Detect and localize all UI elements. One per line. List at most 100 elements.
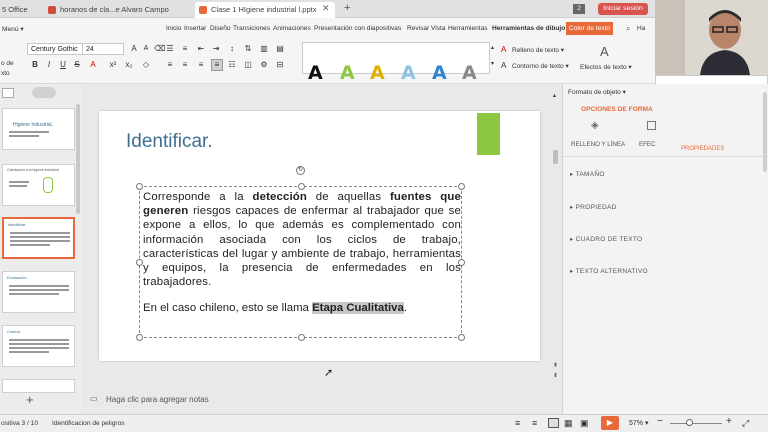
zoom-out-button[interactable]: − xyxy=(657,416,663,427)
text-fill-icon[interactable]: A xyxy=(501,45,506,54)
tab-inicio[interactable]: Inicio xyxy=(166,25,181,32)
tab-vista[interactable]: Vista xyxy=(431,25,446,32)
signin-button[interactable]: Iniciar sesión xyxy=(598,3,648,15)
tab-transiciones[interactable]: Transiciones xyxy=(233,25,270,32)
section-alt-text[interactable]: ▸ TEXTO ALTERNATIVO xyxy=(570,267,648,275)
slide-thumbnail-6[interactable] xyxy=(2,379,75,393)
closing-sentence[interactable]: En el caso chileno, esto se llama Etapa … xyxy=(143,302,407,314)
vertical-align-icon[interactable]: ⊟ xyxy=(275,60,285,70)
tab-diseno[interactable]: Diseño xyxy=(210,25,231,32)
underline-icon[interactable]: U xyxy=(58,60,68,70)
smartart-icon[interactable]: ◫ xyxy=(243,60,253,70)
align-center-icon[interactable]: ≡ xyxy=(180,60,190,70)
subscript-icon[interactable]: x₂ xyxy=(124,60,134,70)
bold-icon[interactable]: B xyxy=(30,60,40,70)
gallery-down-icon[interactable]: ▾ xyxy=(491,60,494,67)
normal-view-icon[interactable] xyxy=(548,418,559,428)
italic-icon[interactable]: I xyxy=(44,60,54,70)
align-right-icon[interactable]: ≡ xyxy=(196,60,206,70)
prev-slide-icon[interactable]: ⇞ xyxy=(553,362,558,369)
columns-icon[interactable]: ▥ xyxy=(259,44,269,54)
tab-herramientas[interactable]: Herramientas xyxy=(448,25,488,32)
zoom-slider-thumb[interactable] xyxy=(686,419,693,426)
text-outline-button[interactable]: Contorno de texto ▾ xyxy=(512,62,569,70)
tab-fill-line[interactable]: RELLENO Y LÍNEA xyxy=(571,141,625,148)
tab-effects[interactable]: EFEC xyxy=(639,141,656,148)
body-paragraph[interactable]: Corresponde a la detección de aquellas f… xyxy=(143,190,461,289)
resize-handle-w[interactable] xyxy=(136,259,143,266)
clear-format-icon[interactable]: ⌫ xyxy=(154,44,165,54)
slide-thumbnail-1[interactable]: Higiene Industrial. xyxy=(2,108,75,150)
zoom-slider-track[interactable] xyxy=(670,423,722,424)
text-outline-icon[interactable]: A xyxy=(501,61,506,70)
tab-shape-options[interactable]: OPCIONES DE FORMA xyxy=(581,106,653,113)
section-size[interactable]: ▸ TAMAÑO xyxy=(570,170,605,178)
thumbnail-scrollbar[interactable] xyxy=(76,104,80,214)
text-fill-button[interactable]: Relleno de texto ▾ xyxy=(512,46,564,54)
wordart-style-3[interactable]: A xyxy=(370,62,385,84)
next-slide-icon[interactable]: ⇟ xyxy=(553,372,558,379)
tab-schedule[interactable]: horanos de cla...e Alvaro Campos xyxy=(44,2,169,18)
numbering-icon[interactable]: ≡ xyxy=(180,44,190,54)
bullets-icon[interactable]: ☰ xyxy=(165,44,175,54)
wordart-style-2[interactable]: A xyxy=(340,62,355,84)
tab-revisar[interactable]: Revisar xyxy=(407,25,429,32)
gallery-up-icon[interactable]: ▴ xyxy=(491,44,494,51)
text-effects-icon[interactable]: A xyxy=(600,44,609,59)
reading-view-icon[interactable]: ▣ xyxy=(580,418,589,429)
indent-increase-icon[interactable]: ⇥ xyxy=(211,44,221,54)
shrink-font-icon[interactable]: A xyxy=(141,44,151,54)
tab-color-texto[interactable]: Color de texto xyxy=(566,22,614,35)
add-slide-button[interactable]: + xyxy=(26,392,34,407)
tab-insertar[interactable]: Insertar xyxy=(184,25,206,32)
grow-font-icon[interactable]: A xyxy=(129,44,139,54)
panel-title[interactable]: Formato de objeto ▾ xyxy=(568,88,626,96)
tab-presentacion[interactable]: Presentación con diapositivas xyxy=(314,25,401,32)
tab-presentation[interactable]: Clase 1 HIgiene industrial l.pptx xyxy=(195,2,335,18)
resize-handle-sw[interactable] xyxy=(136,334,143,341)
font-color-icon[interactable]: A xyxy=(88,60,98,70)
font-size-box[interactable]: 24 xyxy=(82,43,124,55)
thumbnail-view-icon[interactable] xyxy=(2,88,14,98)
section-text-box[interactable]: ▸ CUADRO DE TEXTO xyxy=(570,235,642,243)
text-direction-icon[interactable]: ⇅ xyxy=(243,44,253,54)
slide-title[interactable]: Identificar. xyxy=(126,131,213,153)
font-name-box[interactable]: Century Gothic xyxy=(27,43,90,55)
align-left-icon[interactable]: ≡ xyxy=(165,60,175,70)
slide-canvas[interactable]: Identificar. ↻ Corresponde a la detecció… xyxy=(99,111,540,361)
resize-handle-s[interactable] xyxy=(298,334,305,341)
resize-handle-se[interactable] xyxy=(458,334,465,341)
strikethrough-icon[interactable]: S xyxy=(72,60,82,70)
tab-animaciones[interactable]: Animaciones xyxy=(273,25,311,32)
wordart-style-5[interactable]: A xyxy=(432,62,447,84)
play-slideshow-icon[interactable]: ▶ xyxy=(601,416,619,430)
scroll-thumb[interactable] xyxy=(553,150,558,164)
outline-toggle[interactable] xyxy=(32,87,56,98)
resize-handle-nw[interactable] xyxy=(136,183,143,190)
new-tab-button[interactable]: + xyxy=(344,2,350,14)
comments-icon[interactable]: ≡ xyxy=(532,418,537,428)
resize-handle-ne[interactable] xyxy=(458,183,465,190)
resize-handle-n[interactable] xyxy=(298,183,305,190)
wordart-style-6[interactable]: A xyxy=(462,62,477,84)
wordart-style-4[interactable]: A xyxy=(401,62,416,84)
text-effects-button[interactable]: Efectos de texto ▾ xyxy=(580,63,632,71)
rotate-handle-icon[interactable]: ↻ xyxy=(296,166,305,175)
menu-button[interactable]: Menú ▾ xyxy=(2,25,24,33)
section-property[interactable]: ▸ PROPIEDAD xyxy=(570,203,617,211)
fit-slide-icon[interactable]: ⤢ xyxy=(742,418,749,429)
slide-thumbnail-3[interactable]: Identificar. xyxy=(2,217,75,259)
eraser-icon[interactable]: ◇ xyxy=(141,60,151,70)
notes-area[interactable]: ▭ Haga clic para agregar notas xyxy=(82,390,552,410)
panel-scrollbar[interactable] xyxy=(763,92,767,172)
tab-office[interactable]: 5 Office xyxy=(0,2,40,18)
tab-properties[interactable]: PROPIEDADES xyxy=(681,146,724,152)
slide-thumbnail-2[interactable]: Orientación a la higiene industrial xyxy=(2,164,75,206)
zoom-value[interactable]: 57% ▾ xyxy=(629,419,648,427)
indent-decrease-icon[interactable]: ⇤ xyxy=(196,44,206,54)
tab-close-icon[interactable]: ✕ xyxy=(322,3,330,14)
zoom-in-button[interactable]: + xyxy=(726,416,732,427)
text-box[interactable]: Corresponde a la detección de aquellas f… xyxy=(136,183,465,341)
search-icon[interactable]: ⌕ xyxy=(626,24,630,34)
slide-scrollbar[interactable]: ▴ ⇞ ⇟ xyxy=(553,92,559,382)
